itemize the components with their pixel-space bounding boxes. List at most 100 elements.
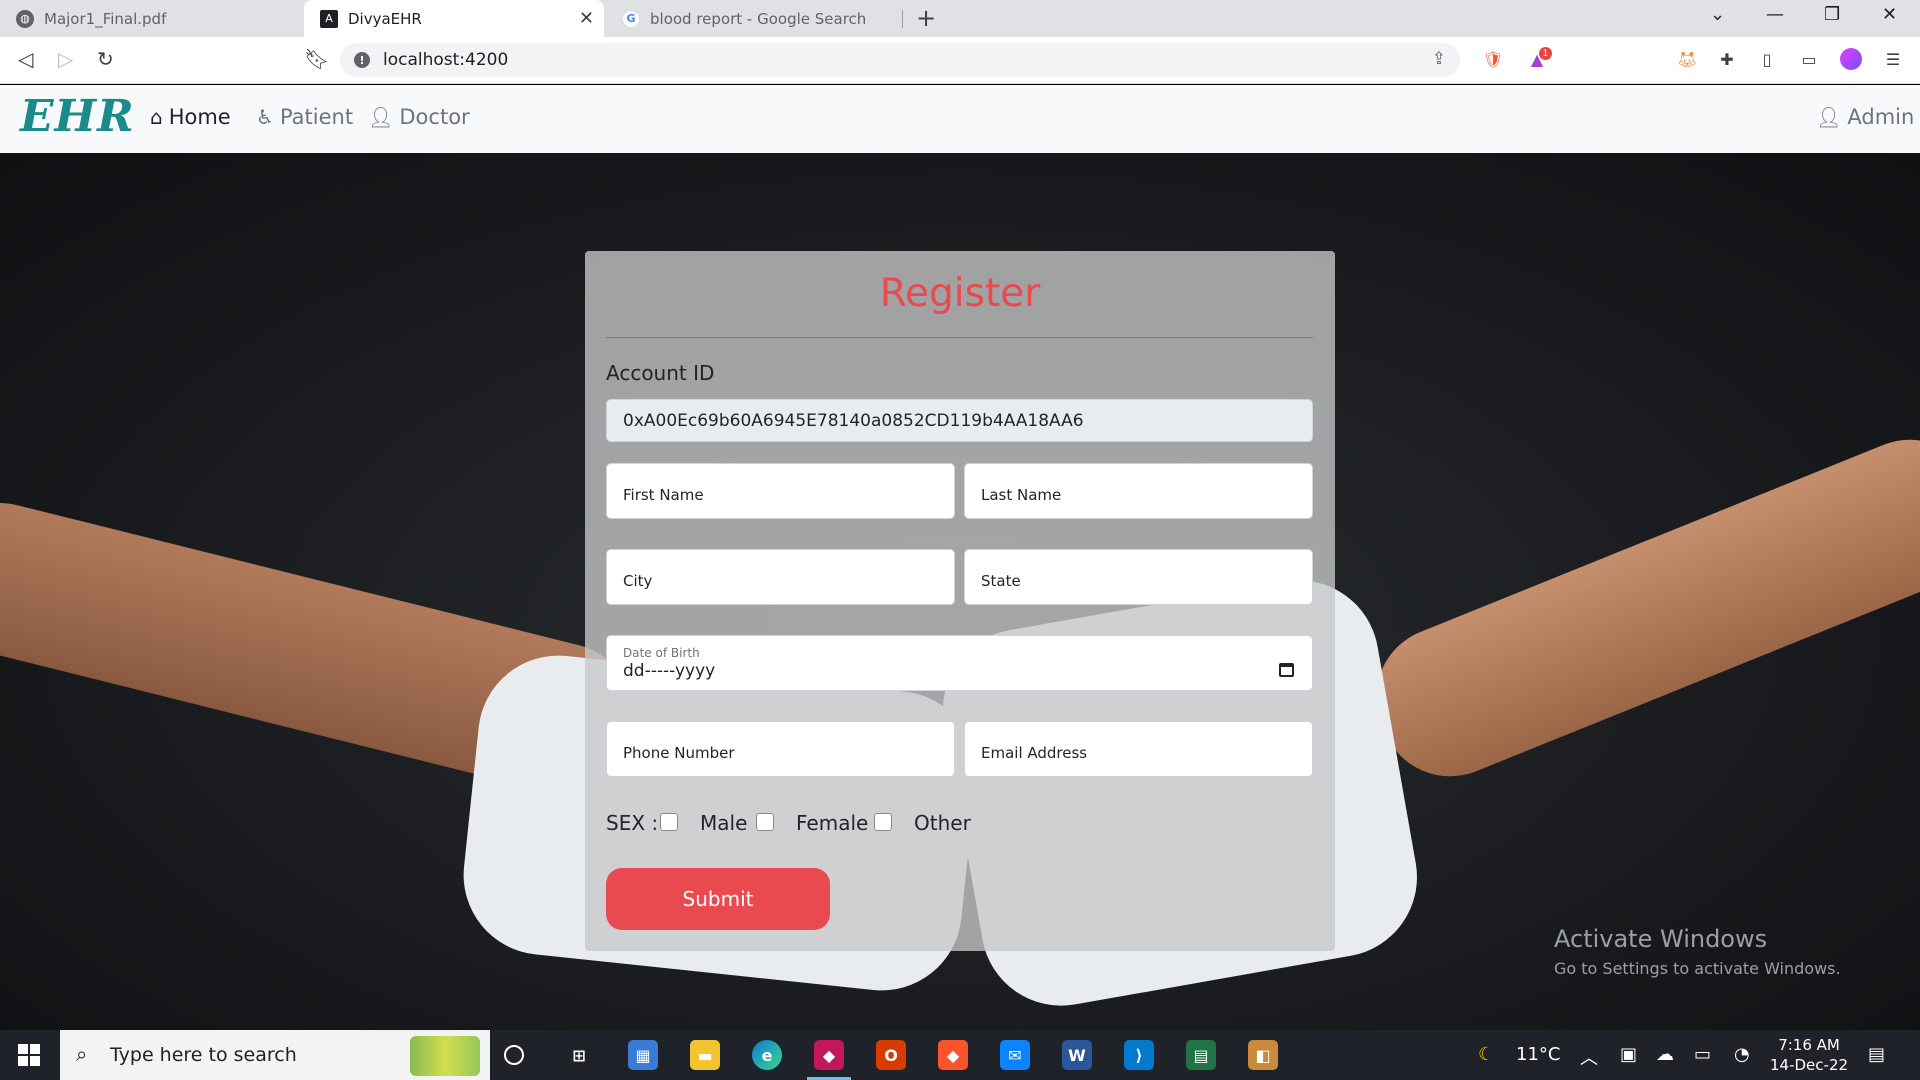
date-of-birth-input[interactable]: Date of Birth dd-----yyyy [606, 635, 1313, 691]
profile-avatar[interactable] [1840, 48, 1862, 70]
sex-female-checkbox[interactable] [756, 813, 774, 831]
city-placeholder: City [623, 572, 653, 590]
angular-icon: A [320, 9, 338, 28]
divider [606, 337, 1313, 338]
onedrive-icon[interactable]: ☁ [1656, 1044, 1674, 1065]
taskbar-clock[interactable]: 7:16 AM 14-Dec-22 [1770, 1035, 1848, 1075]
nav-patient[interactable]: ♿︎ Patient [256, 105, 353, 129]
file-explorer-icon[interactable]: ▬ [690, 1040, 720, 1070]
taskbar-search-box[interactable]: ⌕ Type here to search [60, 1030, 490, 1080]
first-name-placeholder: First Name [623, 486, 704, 504]
email-placeholder: Email Address [981, 744, 1088, 762]
brave-shield-icon[interactable]: 🛡︎ [1482, 48, 1504, 70]
forward-button[interactable]: ▷ [58, 47, 73, 71]
bookmark-icon[interactable]: 🔖︎ [304, 47, 329, 71]
email-input[interactable]: Email Address [964, 721, 1313, 777]
admin-icon: 👤︎ [1816, 105, 1842, 129]
windows-start-icon[interactable] [18, 1044, 40, 1066]
city-input[interactable]: City [606, 549, 955, 605]
last-name-placeholder: Last Name [981, 486, 1062, 504]
activate-windows-watermark: Activate Windows Go to Settings to activ… [1554, 925, 1841, 978]
sex-other-checkbox[interactable] [874, 813, 892, 831]
wifi-icon[interactable]: ◔ [1734, 1044, 1750, 1065]
brave-beta-icon[interactable]: ◆ [814, 1040, 844, 1070]
brave-icon[interactable]: ◆ [938, 1040, 968, 1070]
wallet-icon[interactable]: ▭ [1798, 48, 1820, 70]
extensions-icon[interactable]: ✚ [1716, 48, 1738, 70]
tab-separator [902, 10, 903, 28]
chevron-up-icon[interactable]: ︿ [1580, 1044, 1598, 1070]
word-icon[interactable]: W [1062, 1040, 1092, 1070]
browser-toolbar: ◁ ▷ ↻ 🔖︎ ! localhost:4200 ⇪ [0, 37, 1920, 84]
register-title: Register [879, 271, 1041, 316]
window-close-button[interactable]: ✕ [1882, 4, 1897, 25]
first-name-input[interactable]: First Name [606, 463, 955, 519]
sidebar-icon[interactable]: ▯ [1756, 48, 1778, 70]
submit-button[interactable]: Submit [606, 868, 830, 930]
calendar-icon[interactable] [1279, 663, 1294, 677]
moon-weather-icon[interactable]: ☾ [1478, 1044, 1494, 1065]
globe-icon: ◍ [16, 9, 34, 28]
sex-other-label: Other [914, 811, 971, 835]
tab-divyaehr[interactable]: A DivyaEHR ✕ [304, 0, 604, 37]
home-icon: ⌂ [150, 105, 163, 129]
right-arm-shape [1355, 418, 1920, 798]
chevron-down-icon[interactable]: ⌄ [1710, 4, 1725, 25]
tab-google-search[interactable]: G blood report - Google Search [606, 0, 906, 37]
cortana-icon[interactable] [504, 1045, 524, 1065]
restore-button[interactable]: ❐ [1824, 4, 1840, 25]
tab-title: Major1_Final.pdf [44, 9, 167, 28]
ehr-logo[interactable]: EHR [20, 91, 135, 142]
microsoft-store-icon[interactable]: ▦ [628, 1040, 658, 1070]
meet-now-icon[interactable]: ▣ [1620, 1044, 1637, 1065]
account-id-label: Account ID [606, 361, 715, 385]
state-placeholder: State [981, 572, 1021, 590]
doctor-icon: 👤︎ [368, 105, 394, 129]
edge-icon[interactable]: e [752, 1040, 782, 1070]
minimize-button[interactable]: — [1766, 4, 1784, 25]
reload-button[interactable]: ↻ [97, 47, 114, 71]
notifications-icon[interactable]: ▤ [1868, 1044, 1885, 1065]
nav-admin-label: Admin [1847, 105, 1915, 129]
office-icon[interactable]: O [876, 1040, 906, 1070]
close-icon[interactable]: ✕ [579, 8, 594, 29]
state-input[interactable]: State [964, 549, 1313, 605]
back-button[interactable]: ◁ [18, 47, 33, 71]
phone-input[interactable]: Phone Number [606, 721, 955, 777]
vscode-icon[interactable]: ⟩ [1124, 1040, 1154, 1070]
sex-label: SEX : [606, 811, 659, 835]
nav-admin[interactable]: 👤︎ Admin [1816, 105, 1914, 129]
watermark-subtitle: Go to Settings to activate Windows. [1554, 959, 1841, 978]
search-highlight-image [410, 1036, 480, 1076]
share-icon[interactable]: ⇪ [1432, 49, 1446, 69]
taskbar-search-placeholder: Type here to search [110, 1044, 297, 1066]
google-icon: G [622, 9, 640, 28]
sex-male-checkbox[interactable] [660, 813, 678, 831]
nav-doctor[interactable]: 👤︎ Doctor [368, 105, 470, 129]
nav-home[interactable]: ⌂ Home [150, 105, 231, 129]
watermark-title: Activate Windows [1554, 925, 1768, 953]
browser-tab-bar: ◍ Major1_Final.pdf A DivyaEHR ✕ G blood … [0, 0, 1920, 37]
sheets-app-icon[interactable]: ▤ [1186, 1040, 1216, 1070]
address-bar[interactable]: ! localhost:4200 ⇪ [340, 43, 1460, 77]
mail-icon[interactable]: ✉ [1000, 1040, 1030, 1070]
tab-title: DivyaEHR [348, 9, 422, 28]
nav-home-label: Home [168, 105, 231, 129]
menu-icon[interactable]: ☰ [1882, 48, 1904, 70]
weather-temperature[interactable]: 11°C [1516, 1044, 1560, 1065]
tab-title: blood report - Google Search [650, 9, 867, 28]
last-name-input[interactable]: Last Name [964, 463, 1313, 519]
new-tab-button[interactable]: + [916, 4, 936, 32]
phone-placeholder: Phone Number [623, 744, 735, 762]
tab-major1-pdf[interactable]: ◍ Major1_Final.pdf [0, 0, 300, 37]
battery-icon[interactable]: ▭ [1694, 1044, 1711, 1065]
package-app-icon[interactable]: ◧ [1248, 1040, 1278, 1070]
clock-time: 7:16 AM [1778, 1036, 1840, 1054]
account-id-field[interactable]: 0xA00Ec69b60A6945E78140a0852CD119b4AA18A… [606, 399, 1313, 442]
site-info-icon[interactable]: ! [354, 52, 370, 68]
task-view-icon[interactable]: ⊞ [564, 1040, 594, 1070]
metamask-icon[interactable]: 🦊︎ [1676, 48, 1698, 70]
patient-icon: ♿︎ [256, 105, 274, 129]
nav-doctor-label: Doctor [399, 105, 470, 129]
register-card: Register Account ID 0xA00Ec69b60A6945E78… [585, 251, 1335, 951]
